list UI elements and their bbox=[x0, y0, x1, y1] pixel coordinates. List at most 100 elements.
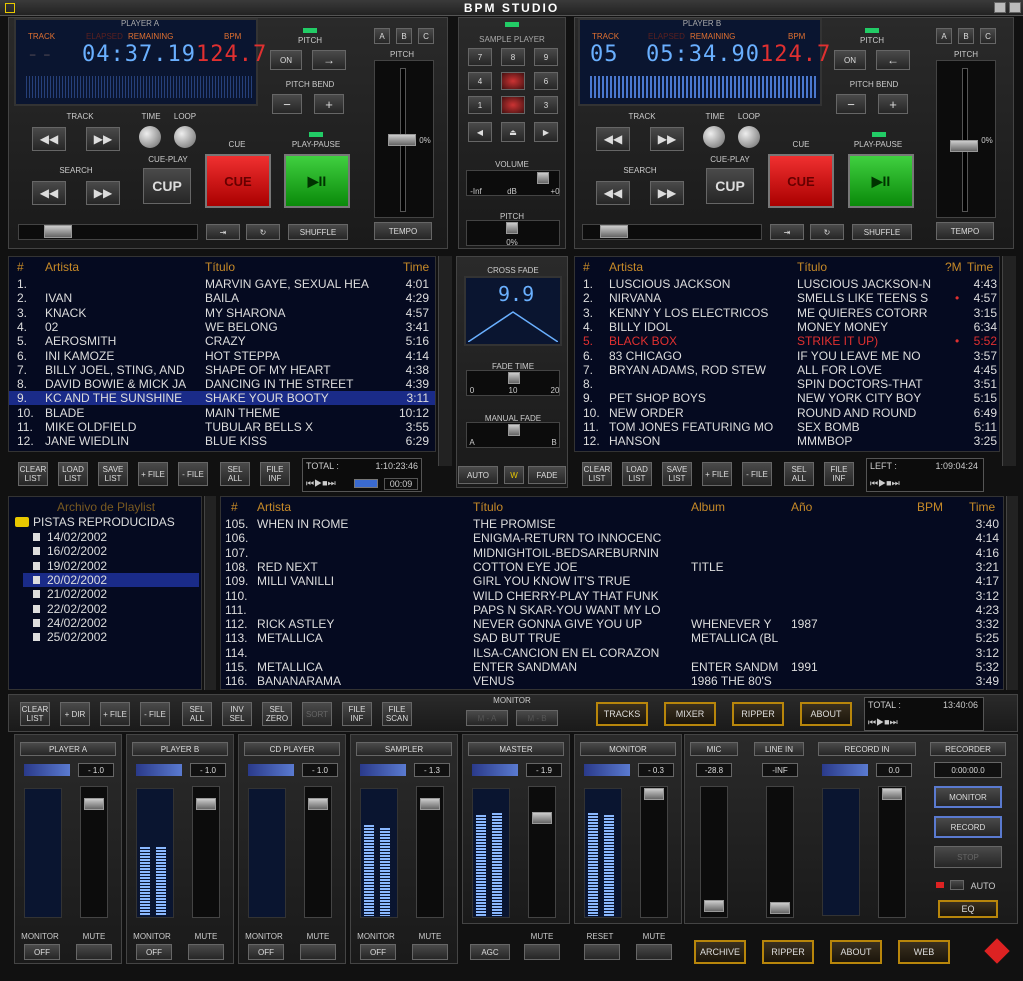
position-knob[interactable] bbox=[600, 225, 628, 238]
playlist-a-row[interactable]: 2. IVAN BAILA 4:29 bbox=[9, 291, 435, 305]
time-mode-knob[interactable] bbox=[703, 126, 725, 148]
add-file-button[interactable]: + FILE bbox=[100, 702, 130, 726]
mixer-button[interactable]: MIXER bbox=[664, 702, 716, 726]
mute-button[interactable] bbox=[76, 944, 112, 960]
mute-button[interactable] bbox=[300, 944, 336, 960]
loop-knob[interactable] bbox=[738, 126, 760, 148]
playlist-a-row[interactable]: 7. BILLY JOEL, STING, AND SHAPE OF MY HEAR… bbox=[9, 363, 435, 377]
channel-fader-knob[interactable] bbox=[196, 798, 216, 810]
web-button[interactable]: WEB bbox=[898, 940, 950, 964]
play-pause-button[interactable]: ▶II bbox=[848, 154, 914, 208]
mic-fader[interactable] bbox=[700, 786, 728, 918]
about-button[interactable]: ABOUT bbox=[800, 702, 852, 726]
playlist-b-row[interactable]: 12. HANSON MMMBOP 3:25 bbox=[575, 434, 999, 448]
archive-button[interactable]: ARCHIVE bbox=[694, 940, 746, 964]
auto-toggle[interactable] bbox=[950, 880, 964, 890]
monitor-toggle[interactable]: OFF bbox=[360, 944, 396, 960]
ripper-button[interactable]: RIPPER bbox=[762, 940, 814, 964]
cup-button[interactable]: CUP bbox=[706, 168, 754, 204]
position-knob[interactable] bbox=[44, 225, 72, 238]
cup-button[interactable]: CUP bbox=[143, 168, 191, 204]
channel-fader[interactable] bbox=[640, 786, 668, 918]
next-track-button[interactable]: ▶▶ bbox=[86, 127, 120, 151]
sampler-next-button[interactable]: ▶ bbox=[534, 122, 558, 142]
select-all-button[interactable]: SEL ALL bbox=[784, 462, 814, 486]
sample-pad-2[interactable] bbox=[501, 96, 525, 114]
tempo-button[interactable]: TEMPO bbox=[936, 222, 994, 240]
bank-b-button[interactable]: B bbox=[958, 28, 974, 44]
mute-button[interactable] bbox=[188, 944, 224, 960]
playlist-b-row[interactable]: 11. TOM JONES FEATURING MO SEX BOMB 5:11 bbox=[575, 420, 999, 434]
sample-pad-5[interactable] bbox=[501, 72, 525, 90]
clear-list-button[interactable]: CLEAR LIST bbox=[20, 702, 50, 726]
archive-date-item[interactable]: 21/02/2002 bbox=[23, 587, 199, 601]
library-row[interactable]: 112. RICK ASTLEY NEVER GONNA GIVE YOU UP WH… bbox=[221, 617, 1003, 631]
library-row[interactable]: 110. WILD CHERRY-PLAY THAT FUNK 3:12 bbox=[221, 589, 1003, 603]
channel-fader-knob[interactable] bbox=[532, 812, 552, 824]
clear-list-button[interactable]: CLEAR LIST bbox=[18, 462, 48, 486]
pitch-direction-button[interactable]: ← bbox=[876, 50, 910, 70]
library-row[interactable]: 106. ENIGMA-RETURN TO INNOCENC 4:14 bbox=[221, 531, 1003, 545]
select-all-button[interactable]: SEL ALL bbox=[220, 462, 250, 486]
monitor-b-button[interactable]: M - B bbox=[516, 710, 558, 726]
playlist-a-scrollbar[interactable] bbox=[438, 256, 452, 466]
pitch-on-button[interactable]: ON bbox=[270, 50, 302, 70]
playlist-b-row[interactable]: 10. NEW ORDER ROUND AND ROUND 6:49 bbox=[575, 406, 999, 420]
playlist-a-row[interactable]: 3. KNACK MY SHARONA 4:57 bbox=[9, 306, 435, 320]
record-button[interactable]: RECORD bbox=[934, 816, 1002, 838]
sort-button[interactable]: SORT bbox=[302, 702, 332, 726]
monitor-toggle[interactable]: OFF bbox=[24, 944, 60, 960]
file-info-button[interactable]: FILE INF bbox=[342, 702, 372, 726]
library-row[interactable]: 116. BANANARAMA VENUS 1986 THE 80'S 3:49 bbox=[221, 674, 1003, 688]
playlist-a-row[interactable]: 11. MIKE OLDFIELD TUBULAR BELLS X 3:55 bbox=[9, 420, 435, 434]
monitor-rec-button[interactable]: MONITOR bbox=[934, 786, 1002, 808]
fade-button[interactable]: FADE bbox=[528, 466, 566, 484]
loop-mode-button[interactable]: ↻ bbox=[246, 224, 280, 240]
mute-button[interactable] bbox=[412, 944, 448, 960]
channel-fader-knob[interactable] bbox=[644, 788, 664, 800]
agc-button[interactable]: AGC bbox=[470, 944, 510, 960]
bank-c-button[interactable]: C bbox=[418, 28, 434, 44]
transport-icons[interactable]: ⏮▶■⏭ bbox=[868, 717, 898, 728]
reset-button[interactable] bbox=[584, 944, 620, 960]
monitor-toggle[interactable]: OFF bbox=[136, 944, 172, 960]
channel-fader-knob[interactable] bbox=[308, 798, 328, 810]
next-track-button[interactable]: ▶▶ bbox=[650, 127, 684, 151]
monitor-a-button[interactable]: M - A bbox=[466, 710, 508, 726]
library-row[interactable]: 105. WHEN IN ROME THE PROMISE 3:40 bbox=[221, 517, 1003, 531]
library-row[interactable]: 108. RED NEXT COTTON EYE JOE TITLE 3:21 bbox=[221, 560, 1003, 574]
sampler-prev-button[interactable]: ◀ bbox=[468, 122, 492, 142]
mute-button[interactable] bbox=[524, 944, 560, 960]
playlist-b-row[interactable]: 6. 83 CHICAGO IF YOU LEAVE ME NO 3:57 bbox=[575, 349, 999, 363]
time-mode-knob[interactable] bbox=[139, 126, 161, 148]
load-list-button[interactable]: LOAD LIST bbox=[58, 462, 88, 486]
bank-a-button[interactable]: A bbox=[374, 28, 390, 44]
eq-button[interactable]: EQ bbox=[938, 900, 998, 918]
tracks-button[interactable]: TRACKS bbox=[596, 702, 648, 726]
archive-date-item[interactable]: 14/02/2002 bbox=[23, 530, 199, 544]
library-scrollbar[interactable] bbox=[1006, 496, 1018, 690]
library-row[interactable]: 107. MIDNIGHTOIL-BEDSAREBURNIN 4:16 bbox=[221, 546, 1003, 560]
clear-list-button[interactable]: CLEAR LIST bbox=[582, 462, 612, 486]
cue-button[interactable]: CUE bbox=[205, 154, 271, 208]
pitch-bend-minus[interactable]: − bbox=[836, 94, 866, 114]
playlist-a-row[interactable]: 9. KC AND THE SUNSHINE SHAKE YOUR BOOTY 3:1… bbox=[9, 391, 435, 406]
archive-date-item[interactable]: 19/02/2002 bbox=[23, 559, 199, 573]
sampler-volume-knob[interactable] bbox=[537, 172, 549, 184]
line-in-fader[interactable] bbox=[766, 786, 794, 918]
archive-root[interactable]: PISTAS REPRODUCIDAS bbox=[33, 515, 175, 529]
playlist-a-row[interactable]: 4. 02 WE BELONG 3:41 bbox=[9, 320, 435, 334]
loop-knob[interactable] bbox=[174, 126, 196, 148]
load-list-button[interactable]: LOAD LIST bbox=[622, 462, 652, 486]
save-list-button[interactable]: SAVE LIST bbox=[98, 462, 128, 486]
playlist-a-row[interactable]: 5. AEROSMITH CRAZY 5:16 bbox=[9, 334, 435, 348]
add-dir-button[interactable]: + DIR bbox=[60, 702, 90, 726]
channel-fader-knob[interactable] bbox=[84, 798, 104, 810]
bank-a-button[interactable]: A bbox=[936, 28, 952, 44]
w-button[interactable]: W bbox=[504, 466, 524, 484]
pitch-slider-knob[interactable] bbox=[388, 134, 416, 146]
pitch-slider-knob[interactable] bbox=[950, 140, 978, 152]
transport-icons[interactable]: ⏮▶■⏭ bbox=[306, 478, 336, 489]
playlist-b-row[interactable]: 3. KENNY Y LOS ELECTRICOS ME QUIERES COTOR… bbox=[575, 306, 999, 320]
playlist-a-row[interactable]: 10. BLADE MAIN THEME 10:12 bbox=[9, 406, 435, 420]
